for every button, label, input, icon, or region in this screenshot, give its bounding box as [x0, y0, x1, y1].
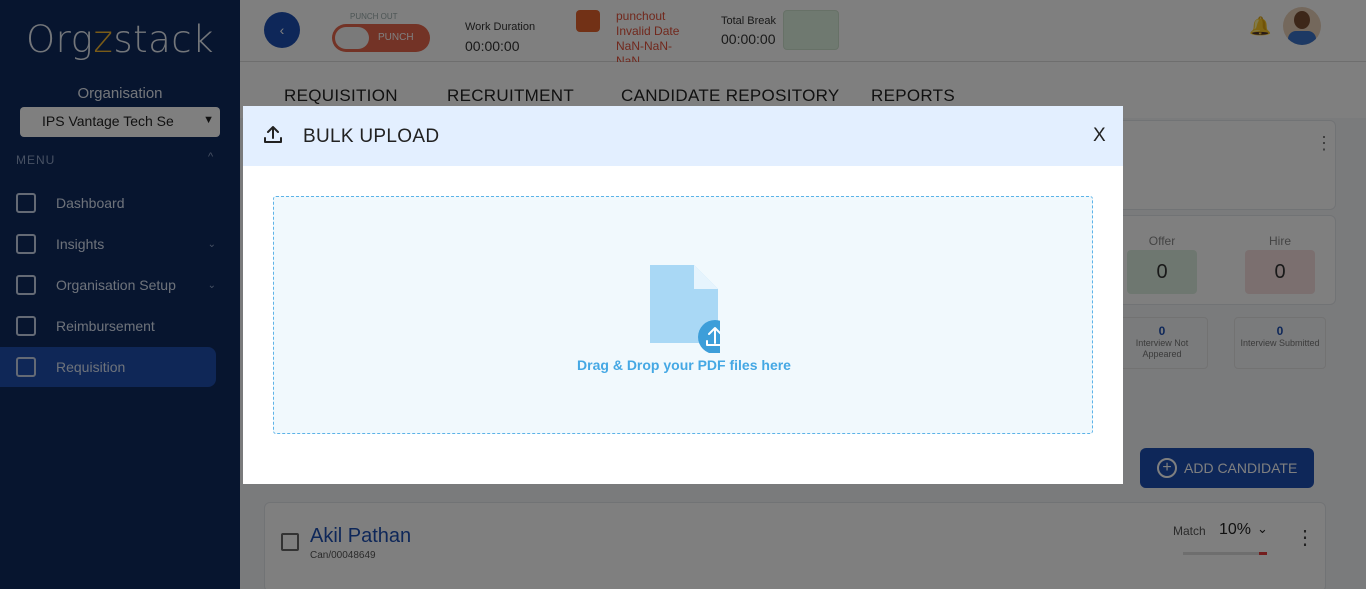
bulk-upload-modal: BULK UPLOAD X Drag & Drop your PDF files…	[243, 106, 1123, 484]
file-dropzone[interactable]: Drag & Drop your PDF files here	[273, 196, 1093, 434]
file-upload-icon	[650, 265, 720, 353]
modal-title: BULK UPLOAD	[303, 126, 440, 147]
upload-icon	[264, 126, 282, 143]
modal-header: BULK UPLOAD X	[243, 106, 1123, 166]
close-button[interactable]: X	[1093, 125, 1106, 147]
dropzone-text: Drag & Drop your PDF files here	[577, 357, 791, 373]
